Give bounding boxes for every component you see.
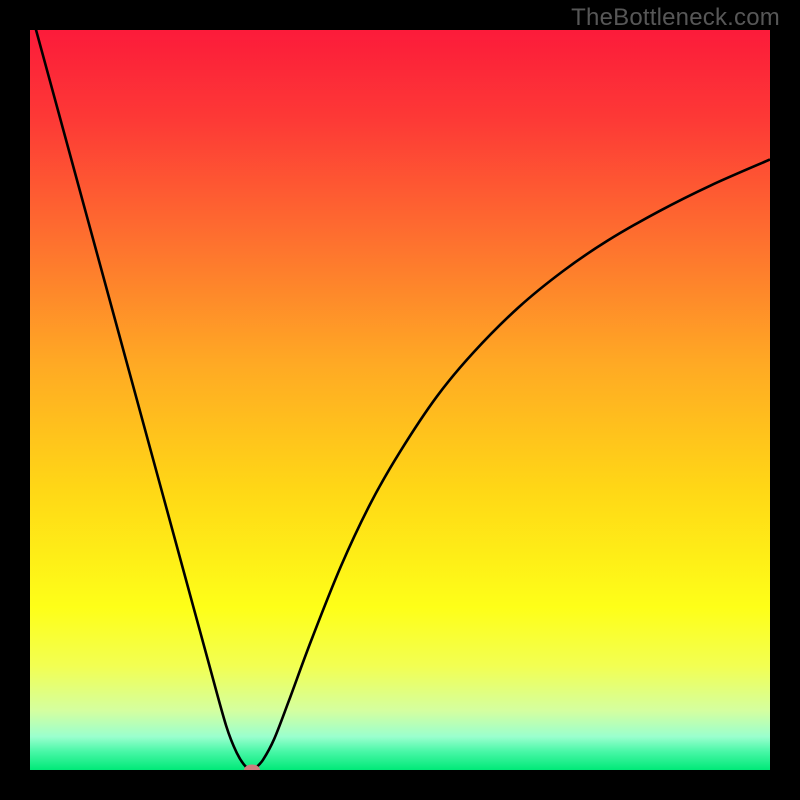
plot-area bbox=[30, 30, 770, 770]
chart-background bbox=[30, 30, 770, 770]
chart-svg bbox=[30, 30, 770, 770]
watermark-text: TheBottleneck.com bbox=[571, 4, 780, 32]
chart-frame: TheBottleneck.com bbox=[0, 0, 800, 800]
